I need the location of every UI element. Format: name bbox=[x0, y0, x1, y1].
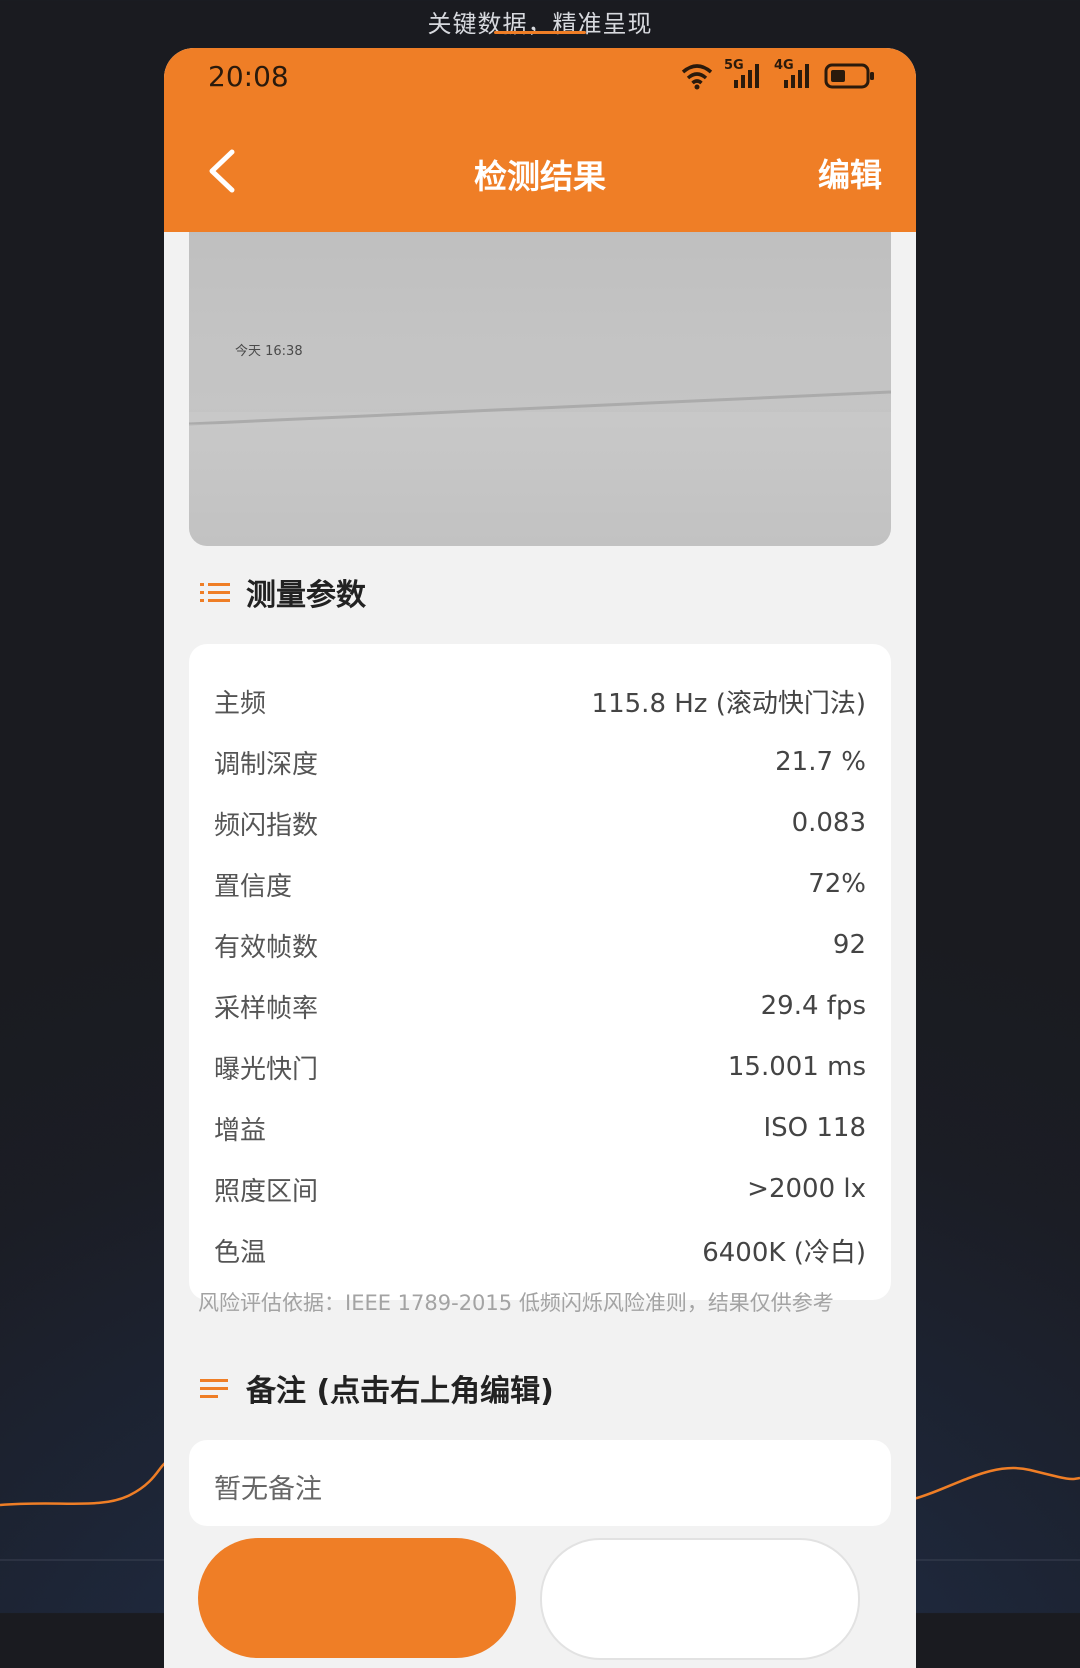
param-label: 频闪指数 bbox=[214, 810, 319, 841]
param-label: 主频 bbox=[214, 688, 267, 719]
param-value: 115.8 Hz (滚动快门法) bbox=[591, 688, 866, 719]
param-value: 6400K (冷白) bbox=[702, 1237, 866, 1268]
status-icons: 5G 4G bbox=[680, 58, 876, 90]
photo-timestamp: 今天 16:38 bbox=[235, 344, 303, 359]
param-label: 采样帧率 bbox=[214, 993, 319, 1024]
app-header: 20:08 5G 4G 检测结果 编辑 bbox=[164, 48, 916, 232]
param-row: 照度区间 >2000 lx bbox=[214, 1169, 866, 1209]
edit-button[interactable]: 编辑 bbox=[818, 150, 882, 196]
params-section-title: 测量参数 bbox=[246, 578, 366, 613]
param-label: 置信度 bbox=[214, 871, 293, 902]
status-time: 20:08 bbox=[208, 60, 289, 93]
param-label: 照度区间 bbox=[214, 1176, 319, 1207]
param-row: 调制深度 21.7 % bbox=[214, 742, 866, 782]
signal-5g-icon: 5G bbox=[724, 58, 764, 90]
secondary-action-button[interactable] bbox=[540, 1538, 860, 1660]
battery-icon bbox=[824, 63, 874, 89]
promo-underline bbox=[494, 31, 586, 34]
param-value: 29.4 fps bbox=[760, 991, 866, 1021]
param-row: 曝光快门 15.001 ms bbox=[214, 1047, 866, 1087]
remark-section-title: 备注 (点击右上角编辑) bbox=[246, 1374, 554, 1409]
param-value: ISO 118 bbox=[763, 1113, 866, 1143]
param-value: >2000 lx bbox=[747, 1174, 866, 1204]
param-label: 增益 bbox=[214, 1115, 267, 1146]
risk-disclaimer: 风险评估依据：IEEE 1789-2015 低频闪烁风险准则，结果仅供参考 bbox=[198, 1291, 834, 1315]
page-title: 检测结果 bbox=[474, 157, 606, 196]
wifi-icon bbox=[681, 64, 713, 90]
param-row: 置信度 72% bbox=[214, 864, 866, 904]
param-row: 色温 6400K (冷白) bbox=[214, 1230, 866, 1270]
notes-icon bbox=[200, 1379, 228, 1398]
list-icon bbox=[200, 583, 230, 602]
captured-photo: 今天 16:38 bbox=[189, 232, 891, 546]
params-card: 主频 115.8 Hz (滚动快门法) 调制深度 21.7 % 频闪指数 0.083 … bbox=[189, 644, 891, 1300]
param-value: 0.083 bbox=[791, 808, 866, 838]
phone-screen: 20:08 5G 4G 检测结果 编辑 今天 16:38 测量参数 主频 115… bbox=[164, 48, 916, 1668]
param-row: 采样帧率 29.4 fps bbox=[214, 986, 866, 1026]
remark-section-header: 备注 (点击右上角编辑) bbox=[200, 1366, 554, 1410]
param-row: 有效帧数 92 bbox=[214, 925, 866, 965]
param-label: 调制深度 bbox=[214, 749, 319, 780]
param-row: 增益 ISO 118 bbox=[214, 1108, 866, 1148]
param-label: 有效帧数 bbox=[214, 932, 319, 963]
remark-placeholder: 暂无备注 bbox=[214, 1474, 322, 1505]
param-row: 频闪指数 0.083 bbox=[214, 803, 866, 843]
param-value: 21.7 % bbox=[775, 747, 866, 777]
params-section-header: 测量参数 bbox=[200, 570, 366, 614]
param-value: 92 bbox=[832, 930, 866, 960]
primary-action-button[interactable] bbox=[198, 1538, 516, 1658]
param-value: 72% bbox=[808, 869, 866, 899]
param-value: 15.001 ms bbox=[727, 1052, 866, 1082]
remark-card[interactable]: 暂无备注 bbox=[189, 1440, 891, 1526]
param-label: 曝光快门 bbox=[214, 1054, 319, 1085]
param-row: 主频 115.8 Hz (滚动快门法) bbox=[214, 681, 866, 721]
param-label: 色温 bbox=[214, 1237, 267, 1268]
signal-4g-icon: 4G bbox=[774, 58, 814, 90]
